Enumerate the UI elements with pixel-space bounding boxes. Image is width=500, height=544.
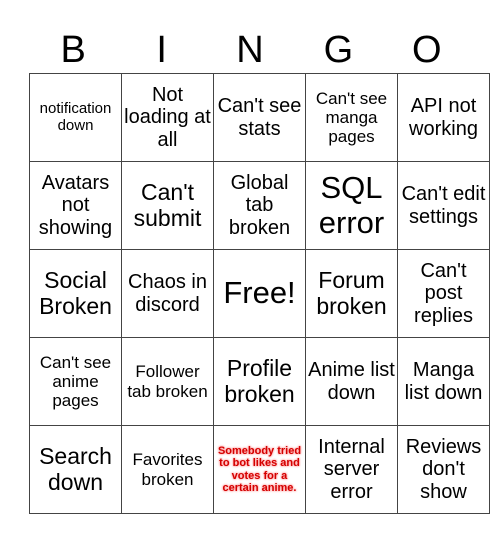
bingo-cell[interactable]: Can't submit xyxy=(121,161,214,250)
bingo-cell[interactable]: Can't post replies xyxy=(397,249,490,338)
bingo-cell[interactable]: Follower tab broken xyxy=(121,337,214,426)
header-letter-o: O xyxy=(412,29,442,71)
bingo-cell[interactable]: Not loading at all xyxy=(121,73,214,162)
bingo-cell[interactable]: Social Broken xyxy=(29,249,122,338)
bingo-cell[interactable]: Search down xyxy=(29,425,122,514)
bingo-cell[interactable]: Can't see anime pages xyxy=(29,337,122,426)
bingo-row: Avatars not showing Can't submit Global … xyxy=(29,161,490,250)
bingo-cell[interactable]: Reviews don't show xyxy=(397,425,490,514)
bingo-cell[interactable]: Can't see manga pages xyxy=(305,73,398,162)
bingo-cell[interactable]: Global tab broken xyxy=(213,161,306,250)
bingo-cell[interactable]: Can't see stats xyxy=(213,73,306,162)
bingo-row: Search down Favorites broken Somebody tr… xyxy=(29,425,490,514)
bingo-row: Can't see anime pages Follower tab broke… xyxy=(29,337,490,426)
bingo-cell[interactable]: Forum broken xyxy=(305,249,398,338)
bingo-cell[interactable]: Profile broken xyxy=(213,337,306,426)
bingo-header: B I N G O xyxy=(29,28,471,72)
bingo-row: Social Broken Chaos in discord Free! For… xyxy=(29,249,490,338)
bingo-cell[interactable]: Can't edit settings xyxy=(397,161,490,250)
bingo-cell[interactable]: Manga list down xyxy=(397,337,490,426)
bingo-cell[interactable]: API not working xyxy=(397,73,490,162)
highlighted-bingo-cell[interactable]: Somebody tried to bot likes and votes fo… xyxy=(213,425,306,514)
free-space-cell[interactable]: Free! xyxy=(213,249,306,338)
bingo-row: notification down Not loading at all Can… xyxy=(29,73,490,162)
header-letter-b: B xyxy=(60,29,86,71)
bingo-cell[interactable]: SQL error xyxy=(305,161,398,250)
bingo-cell[interactable]: Avatars not showing xyxy=(29,161,122,250)
bingo-cell[interactable]: Chaos in discord xyxy=(121,249,214,338)
bingo-cell[interactable]: Internal server error xyxy=(305,425,398,514)
header-letter-i: I xyxy=(156,29,167,71)
bingo-card: notification down Not loading at all Can… xyxy=(29,73,490,514)
bingo-cell[interactable]: Anime list down xyxy=(305,337,398,426)
bingo-cell[interactable]: Favorites broken xyxy=(121,425,214,514)
bingo-cell[interactable]: notification down xyxy=(29,73,122,162)
header-letter-n: N xyxy=(236,29,264,71)
header-letter-g: G xyxy=(323,29,354,71)
